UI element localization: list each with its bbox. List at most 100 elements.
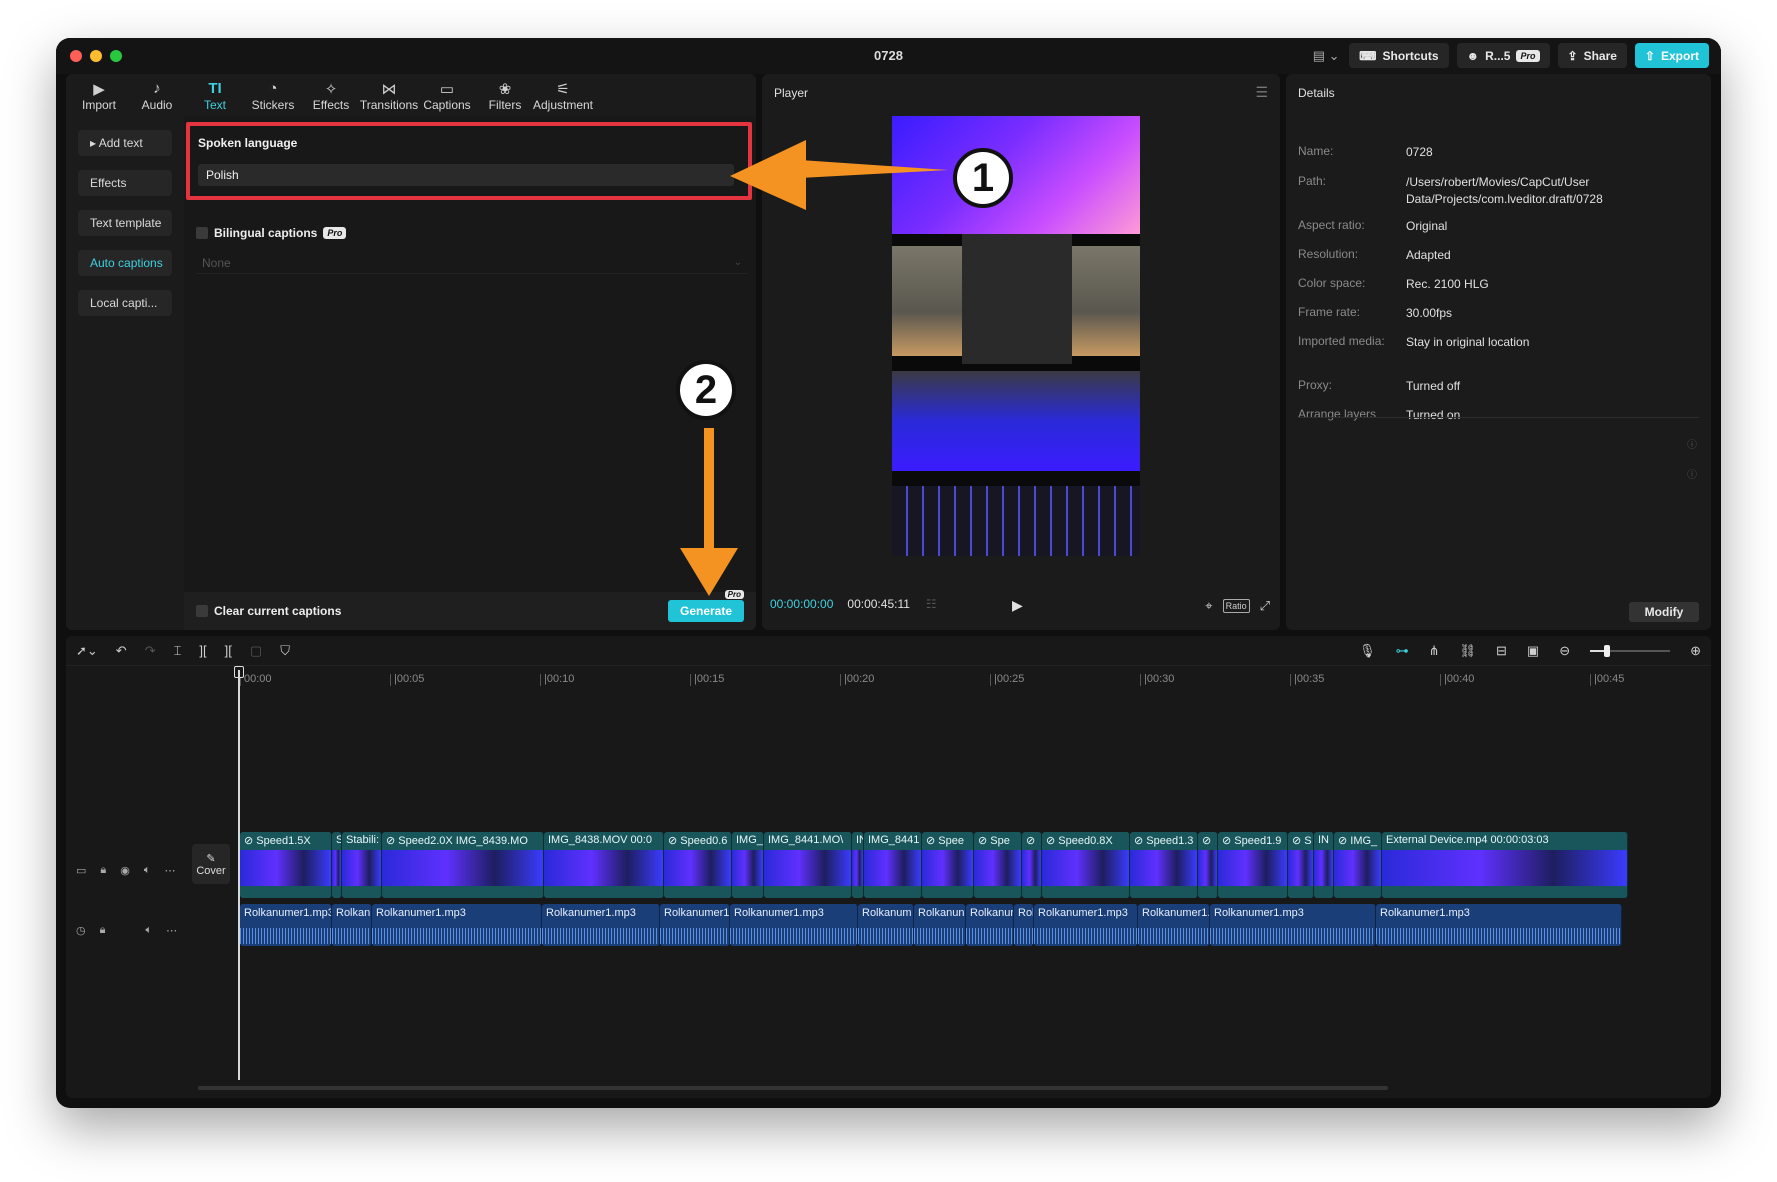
marker-icon[interactable]: ⛉	[280, 643, 290, 659]
preview-axis-icon[interactable]: ⊟	[1496, 643, 1507, 659]
video-clip[interactable]: ⊘ Speed1.5X	[240, 832, 332, 898]
video-clip[interactable]: ⊘	[1198, 832, 1218, 898]
side-nav-item[interactable]: Text template	[78, 210, 172, 236]
spoken-language-select[interactable]: Polish	[198, 164, 734, 186]
audio-clip[interactable]: Rolkanumer1	[660, 904, 730, 946]
select-tool-icon[interactable]: ➚⌄	[76, 643, 98, 659]
tab-transitions[interactable]: ⋈ Transitions	[360, 74, 418, 116]
audio-clip[interactable]: Rol	[1014, 904, 1034, 946]
tab-adjustment[interactable]: ⚟ Adjustment	[533, 74, 593, 116]
proxy-info-icon[interactable]: ⓘ	[1687, 436, 1697, 451]
speaker-icon[interactable]: 🔈︎	[144, 864, 151, 877]
video-clip[interactable]: Stabili:	[342, 832, 382, 898]
trim-left-icon[interactable]: ][	[199, 643, 206, 659]
delete-icon[interactable]: ▢	[250, 643, 262, 659]
link-icon[interactable]: ⛓︎	[1459, 643, 1476, 659]
generate-button[interactable]: Generate	[668, 600, 744, 622]
undo-icon[interactable]: ↶	[116, 643, 127, 659]
microphone-icon[interactable]: 🎙︎	[1359, 643, 1376, 659]
zoom-slider[interactable]	[1590, 645, 1671, 657]
main-track-magnet-icon[interactable]: ⊶	[1396, 643, 1409, 659]
bilingual-language-select[interactable]: None ⌄	[196, 252, 748, 274]
video-clip[interactable]: IMG_8438.MOV 00:0	[544, 832, 664, 898]
fullscreen-icon[interactable]: ⤢	[1260, 598, 1270, 614]
modify-button[interactable]: Modify	[1629, 602, 1699, 622]
video-clip[interactable]: ⊘ Speed1.9	[1218, 832, 1288, 898]
trim-right-icon[interactable]: ][	[225, 643, 232, 659]
zoom-out-icon[interactable]: ⊖	[1559, 643, 1570, 659]
layout-icon[interactable]: ▤ ⌄	[1311, 43, 1341, 68]
audio-clip[interactable]: Rolkanumer1.mp3	[240, 904, 332, 946]
auto-snap-icon[interactable]: ⋔	[1429, 643, 1440, 659]
video-clip[interactable]: ⊘ Spe	[974, 832, 1022, 898]
audio-clip[interactable]: Rolkanun	[914, 904, 966, 946]
zoom-in-icon[interactable]: ⊕	[1690, 643, 1701, 659]
audio-clip[interactable]: Rolkanumer1.mp3	[1210, 904, 1376, 946]
tab-audio[interactable]: ♪ Audio	[128, 74, 186, 116]
playhead[interactable]	[238, 670, 240, 1080]
arrange-info-icon[interactable]: ⓘ	[1687, 466, 1697, 481]
video-clip[interactable]: ⊘ Speed1.3	[1130, 832, 1198, 898]
video-preview[interactable]	[892, 116, 1140, 556]
tab-effects[interactable]: ✧ Effects	[302, 74, 360, 116]
side-nav-item[interactable]: Local capti...	[78, 290, 172, 316]
audio-clip[interactable]: Rolkanum	[858, 904, 914, 946]
time-ruler[interactable]: 00:00 |00:05 |00:10 |00:15 |00:20 |00:25 |00:3…	[240, 666, 1711, 692]
side-nav-item[interactable]: Auto captions	[78, 250, 172, 276]
tab-captions[interactable]: ▭ Captions	[418, 74, 476, 116]
audio-clip[interactable]: Rolkanumer1.mp3	[542, 904, 660, 946]
audio-clip[interactable]: Rolkan	[332, 904, 372, 946]
play-icon[interactable]: ▶	[1012, 597, 1023, 614]
lock-icon[interactable]: 🔒︎	[100, 924, 106, 937]
video-clip[interactable]: IN	[1314, 832, 1334, 898]
screenshot-icon[interactable]: ⌖	[1205, 598, 1212, 614]
clear-captions-checkbox[interactable]	[196, 605, 208, 617]
more-icon[interactable]: ⋯	[164, 864, 175, 877]
tab-text[interactable]: TI Text	[186, 74, 244, 116]
audio-clip[interactable]: Rolkanur	[966, 904, 1014, 946]
video-clip[interactable]: IMG_	[732, 832, 764, 898]
video-clip[interactable]: External Device.mp4 00:00:03:03	[1382, 832, 1628, 898]
video-clip[interactable]: S	[332, 832, 342, 898]
shortcuts-button[interactable]: ⌨ Shortcuts	[1349, 43, 1449, 68]
video-clip[interactable]: IMG_8441.MO\	[764, 832, 852, 898]
ratio-button[interactable]: Ratio	[1222, 599, 1250, 613]
grid-icon[interactable]: ☷	[926, 597, 937, 611]
video-clip[interactable]: ⊘ Spee	[922, 832, 974, 898]
side-nav-item[interactable]: Effects	[78, 170, 172, 196]
audio-clip[interactable]: Rolkanumer1.mp3	[1376, 904, 1622, 946]
bilingual-checkbox[interactable]	[196, 227, 208, 239]
audio-clip[interactable]: Rolkanumer1.mp3	[372, 904, 542, 946]
video-clip[interactable]: ⊘ Speed0.6	[664, 832, 732, 898]
zoom-slider-knob[interactable]	[1604, 645, 1611, 657]
account-button[interactable]: ☻ R...5 Pro	[1456, 43, 1550, 68]
video-clip[interactable]: ⊘ IMG_	[1334, 832, 1382, 898]
split-icon[interactable]: ⌶	[174, 643, 182, 659]
bilingual-label: Bilingual captions	[214, 226, 318, 240]
video-clip[interactable]: IMG_8441	[864, 832, 922, 898]
tab-filters[interactable]: ❀ Filters	[476, 74, 534, 116]
video-clip[interactable]: ⊘	[1022, 832, 1042, 898]
export-button[interactable]: ⇧ Export	[1634, 43, 1709, 68]
more-icon[interactable]: ⋯	[166, 924, 177, 937]
timeline-scrollbar[interactable]	[198, 1086, 1388, 1090]
menu-icon[interactable]: ☰	[1255, 84, 1268, 101]
caption-preview-icon[interactable]: ▣	[1527, 643, 1539, 659]
side-nav-item[interactable]: ▸ Add text	[78, 130, 172, 156]
audio-clip[interactable]: Rolkanumer1.mp3	[730, 904, 858, 946]
audio-clip[interactable]: Rolkanumer1.	[1138, 904, 1210, 946]
video-clip[interactable]: ⊘ Speed2.0X IMG_8439.MO	[382, 832, 544, 898]
audio-clip[interactable]: Rolkanumer1.mp3	[1034, 904, 1138, 946]
video-clip[interactable]: ⊘ S	[1288, 832, 1314, 898]
video-clip[interactable]: ⊘ Speed0.8X	[1042, 832, 1130, 898]
track-thumbnail-icon[interactable]: ▭	[76, 864, 86, 877]
tab-import[interactable]: ▶ Import	[70, 74, 128, 116]
redo-icon[interactable]: ↷	[145, 643, 156, 659]
share-button[interactable]: ⇪ Share	[1557, 43, 1627, 68]
tab-stickers[interactable]: ◔ Stickers	[244, 74, 302, 116]
eye-icon[interactable]: ◉	[120, 864, 130, 877]
speaker-icon[interactable]: 🔈︎	[145, 924, 152, 937]
cover-button[interactable]: ✎ Cover	[192, 844, 230, 884]
video-clip[interactable]: IN	[852, 832, 864, 898]
lock-icon[interactable]: 🔒︎	[100, 864, 106, 877]
